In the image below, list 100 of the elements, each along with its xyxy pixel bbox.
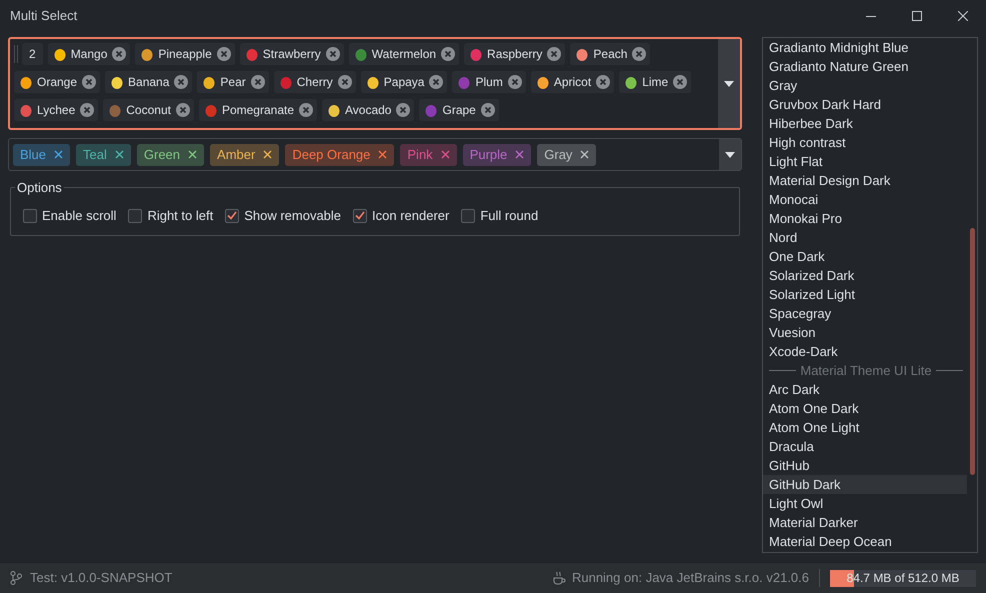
- theme-list-item[interactable]: Monokai Pro: [763, 209, 967, 228]
- remove-icon[interactable]: [596, 75, 610, 89]
- theme-list-item[interactable]: Nord: [763, 228, 967, 247]
- remove-icon[interactable]: [673, 75, 688, 89]
- remove-icon[interactable]: [112, 47, 126, 61]
- close-icon: [958, 11, 968, 21]
- window-title: Multi Select: [10, 7, 78, 26]
- fruit-label: Lychee: [37, 102, 76, 119]
- color-multi-select[interactable]: Blue Teal Green Amber Deep Orange Pink Purple Gray: [8, 138, 742, 171]
- checkbox[interactable]: [23, 208, 37, 222]
- remove-icon[interactable]: [547, 47, 562, 61]
- remove-icon[interactable]: [515, 150, 524, 159]
- theme-list-item[interactable]: Material Deep Ocean: [763, 532, 967, 551]
- remove-icon[interactable]: [299, 103, 313, 117]
- theme-list-item[interactable]: GitHub: [763, 456, 967, 475]
- fruit-label: Papaya: [384, 74, 424, 91]
- remove-icon[interactable]: [378, 150, 388, 159]
- remove-icon[interactable]: [176, 103, 190, 117]
- theme-list-item[interactable]: GitHub Dark: [763, 475, 967, 494]
- checkbox-label: Enable scroll: [42, 206, 116, 225]
- theme-list-item[interactable]: Gradianto Midnight Blue: [763, 38, 967, 57]
- remove-icon[interactable]: [441, 47, 456, 61]
- theme-list-item[interactable]: Material Design Dark: [763, 171, 967, 190]
- checkbox[interactable]: [353, 208, 368, 222]
- fruit-label: Pear: [220, 74, 246, 91]
- remove-icon[interactable]: [508, 75, 522, 89]
- remove-icon[interactable]: [632, 47, 646, 61]
- theme-list-item[interactable]: Gradianto Nature Green: [763, 57, 967, 76]
- remove-icon[interactable]: [396, 103, 410, 117]
- theme-list-item[interactable]: One Dark: [763, 247, 967, 266]
- checkbox-label: Right to left: [147, 206, 214, 225]
- caret-icon: [724, 80, 734, 86]
- theme-list-item[interactable]: Monocai: [763, 190, 967, 209]
- remove-icon[interactable]: [326, 47, 340, 61]
- theme-list-item[interactable]: Arc Dark: [763, 380, 967, 399]
- theme-list-item[interactable]: Vuesion: [763, 323, 967, 342]
- checkbox[interactable]: [225, 208, 240, 222]
- remove-icon[interactable]: [429, 75, 444, 89]
- fruit-label: Cherry: [296, 74, 333, 91]
- dropdown-button[interactable]: [719, 139, 741, 170]
- theme-list-item[interactable]: Hiberbee Dark: [763, 114, 967, 133]
- color-label: Deep Orange: [292, 146, 370, 164]
- theme-list-item[interactable]: Gray: [763, 76, 967, 95]
- color-label: Gray: [544, 146, 572, 164]
- fruit-label: Grape: [442, 102, 476, 119]
- scrollbar-thumb[interactable]: [970, 228, 975, 475]
- caret-icon: [725, 152, 735, 158]
- color-label: Pink: [407, 146, 433, 164]
- drag-handle-icon[interactable]: [14, 45, 18, 63]
- theme-list-item[interactable]: Light Owl: [763, 494, 967, 513]
- color-label: Amber: [217, 146, 256, 164]
- fruit-label: Pomegranate: [222, 102, 294, 119]
- remove-icon[interactable]: [80, 103, 94, 117]
- theme-list-item[interactable]: Gruvbox Dark Hard: [763, 95, 967, 114]
- remove-icon[interactable]: [263, 150, 272, 159]
- branch-icon: [10, 571, 22, 585]
- remove-icon[interactable]: [440, 150, 450, 159]
- remove-icon[interactable]: [338, 75, 352, 89]
- remove-icon[interactable]: [54, 150, 64, 159]
- color-label: Purple: [470, 146, 508, 164]
- checkbox[interactable]: [128, 208, 142, 222]
- remove-icon[interactable]: [188, 150, 198, 159]
- theme-list-item[interactable]: Dracula: [763, 437, 967, 456]
- theme-list-item[interactable]: Solarized Dark: [763, 266, 967, 285]
- fruit-label: Raspberry: [487, 46, 542, 63]
- checkbox[interactable]: [461, 208, 476, 222]
- remove-icon[interactable]: [480, 103, 495, 117]
- theme-list-item[interactable]: Solarized Light: [763, 285, 967, 304]
- remove-icon[interactable]: [82, 75, 96, 89]
- theme-list-item[interactable]: Light Flat: [763, 152, 967, 171]
- checkbox-label: Icon renderer: [372, 206, 450, 225]
- overflow-count: 2: [22, 43, 43, 65]
- checkbox-label: Show removable: [244, 206, 342, 225]
- theme-list-item[interactable]: Atom One Dark: [763, 399, 967, 418]
- coffee-cup-icon: [552, 571, 566, 585]
- theme-list-item[interactable]: Spacegray: [763, 304, 967, 323]
- fruit-label: Avocado: [345, 102, 392, 119]
- fruit-label: Mango: [70, 46, 108, 63]
- fruit-label: Peach: [593, 46, 628, 63]
- remove-icon[interactable]: [216, 47, 231, 61]
- theme-list-item[interactable]: High contrast: [763, 133, 967, 152]
- list-section-header: Material Theme UI Lite: [800, 362, 932, 380]
- remove-icon[interactable]: [250, 75, 265, 89]
- check-icon: [227, 211, 238, 220]
- theme-list-item[interactable]: Material Darker: [763, 513, 967, 532]
- remove-icon[interactable]: [580, 150, 590, 159]
- theme-list-item[interactable]: Atom One Light: [763, 418, 967, 437]
- runtime-text: Running on: Java JetBrains s.r.o. v21.0.6: [572, 569, 809, 588]
- check-icon: [355, 211, 366, 220]
- fruit-label: Apricot: [554, 74, 592, 91]
- fruit-label: Banana: [128, 74, 170, 91]
- color-label: Green: [144, 146, 180, 164]
- fruit-label: Orange: [37, 74, 78, 91]
- fruit-multi-select[interactable]: 2 Mango Pineapple Strawberry Watermelon Raspberry Peach Orange Banana Pear Cherry Papaya Plum Apricot Lime Lychee Coconut Pomegranate Avocado Grape: [8, 37, 742, 130]
- fruit-label: Pineapple: [158, 46, 212, 63]
- theme-list-item[interactable]: Xcode-Dark: [763, 342, 967, 361]
- version-text: Test: v1.0.0-SNAPSHOT: [30, 569, 172, 588]
- remove-icon[interactable]: [114, 150, 124, 159]
- remove-icon[interactable]: [174, 75, 188, 89]
- fruit-label: Plum: [475, 74, 503, 91]
